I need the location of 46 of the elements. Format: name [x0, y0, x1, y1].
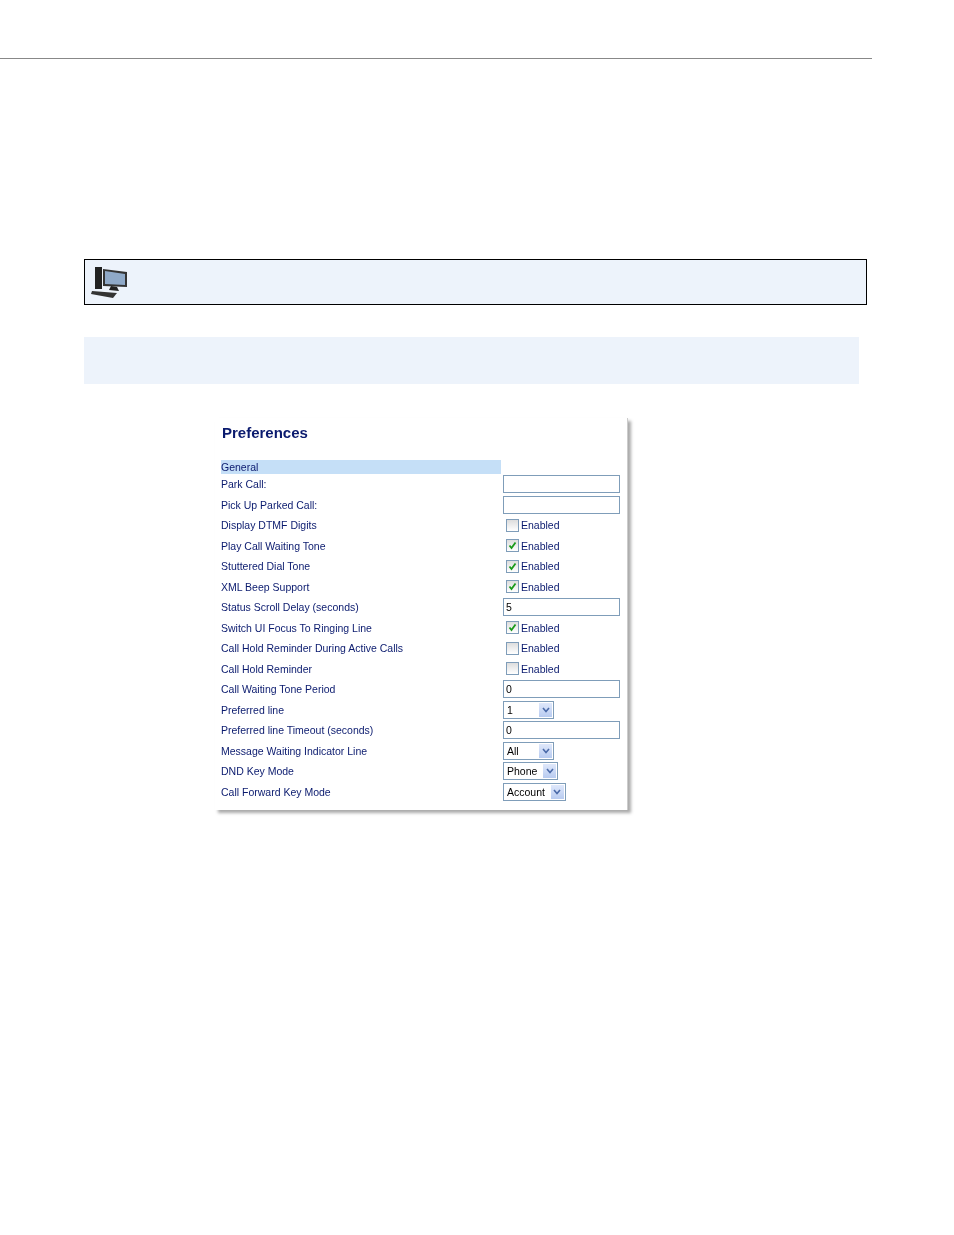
section-header: General: [221, 460, 501, 474]
field-label: Park Call:: [221, 478, 267, 491]
field-label: DND Key Mode: [221, 765, 294, 778]
field-label: Message Waiting Indicator Line: [221, 744, 368, 757]
computer-icon: [91, 265, 127, 299]
text-field[interactable]: 0: [503, 721, 620, 740]
checkbox[interactable]: [506, 559, 519, 573]
panel-title: Preferences: [222, 424, 308, 441]
field-label: Call Forward Key Mode: [221, 785, 331, 798]
checkbox-label: Enabled: [521, 539, 560, 552]
field-label: Pick Up Parked Call:: [221, 498, 318, 511]
checkbox[interactable]: [506, 621, 519, 635]
dropdown[interactable]: 1: [503, 700, 554, 719]
chevron-down-icon: [541, 747, 550, 754]
field-label: Status Scroll Delay (seconds): [221, 601, 359, 614]
field-label: Play Call Waiting Tone: [221, 539, 326, 552]
checkbox[interactable]: [506, 539, 519, 553]
checkbox[interactable]: [506, 641, 519, 655]
checkbox[interactable]: [506, 580, 519, 594]
field-label: Preferred line: [221, 703, 285, 716]
checkbox-label: Enabled: [521, 621, 560, 634]
field-label: Preferred line Timeout (seconds): [221, 724, 374, 737]
text-field[interactable]: 5: [503, 598, 620, 617]
checkbox-label: Enabled: [521, 580, 560, 593]
text-field[interactable]: 0: [503, 680, 620, 699]
field-label: Switch UI Focus To Ringing Line: [221, 621, 372, 634]
field-label: Call Hold Reminder: [221, 662, 313, 675]
chevron-down-icon: [545, 768, 554, 775]
checkbox[interactable]: [506, 518, 519, 532]
dropdown[interactable]: Account: [503, 782, 566, 801]
checkbox-label: Enabled: [521, 642, 560, 655]
text-field[interactable]: [503, 495, 620, 514]
field-label: XML Beep Support: [221, 580, 310, 593]
checkbox-label: Enabled: [521, 560, 560, 573]
field-label: Stuttered Dial Tone: [221, 560, 311, 573]
checkbox-label: Enabled: [521, 519, 560, 532]
dropdown[interactable]: All: [503, 741, 554, 760]
field-label: Call Waiting Tone Period: [221, 683, 336, 696]
field-label: Display DTMF Digits: [221, 519, 317, 532]
checkbox[interactable]: [506, 662, 519, 676]
dropdown[interactable]: Phone: [503, 762, 559, 781]
checkbox-label: Enabled: [521, 662, 560, 675]
chevron-down-icon: [553, 788, 562, 795]
field-label: Call Hold Reminder During Active Calls: [221, 642, 404, 655]
text-field[interactable]: [503, 475, 620, 494]
chevron-down-icon: [541, 706, 550, 713]
